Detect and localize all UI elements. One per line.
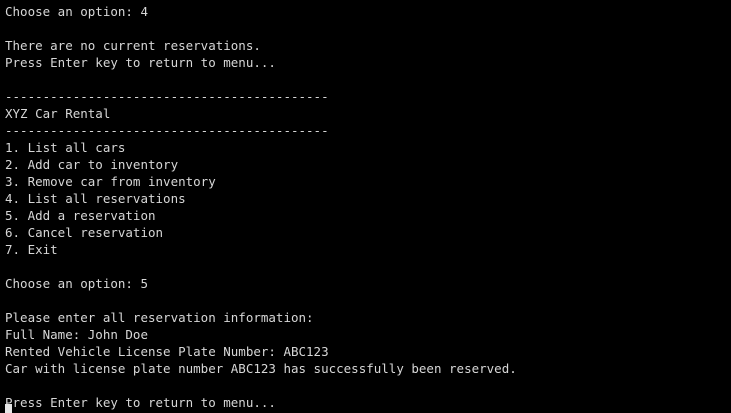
terminal-line: Choose an option: 4	[5, 4, 148, 19]
terminal-line: Please enter all reservation information…	[5, 310, 314, 325]
menu-title: XYZ Car Rental	[5, 106, 111, 121]
menu-item-list-cars: 1. List all cars	[5, 140, 126, 155]
menu-item-exit: 7. Exit	[5, 242, 58, 257]
prompt-line: Press Enter key to return to menu...	[5, 395, 276, 410]
text-cursor	[5, 404, 12, 413]
terminal-line: Rented Vehicle License Plate Number: ABC…	[5, 344, 329, 359]
terminal-line: Car with license plate number ABC123 has…	[5, 361, 517, 376]
menu-item-list-reservations: 4. List all reservations	[5, 191, 186, 206]
menu-item-cancel-reservation: 6. Cancel reservation	[5, 225, 164, 240]
terminal-line: There are no current reservations.	[5, 38, 261, 53]
menu-divider: ----------------------------------------…	[5, 123, 329, 138]
terminal-line: Press Enter key to return to menu...	[5, 55, 276, 70]
prompt-line: Choose an option: 5	[5, 276, 148, 291]
menu-divider: ----------------------------------------…	[5, 89, 329, 104]
menu-item-add-reservation: 5. Add a reservation	[5, 208, 156, 223]
menu-item-add-car: 2. Add car to inventory	[5, 157, 179, 172]
terminal-line: Full Name: John Doe	[5, 327, 148, 342]
menu-item-remove-car: 3. Remove car from inventory	[5, 174, 216, 189]
terminal-window[interactable]: Choose an option: 4 There are no current…	[0, 0, 731, 413]
